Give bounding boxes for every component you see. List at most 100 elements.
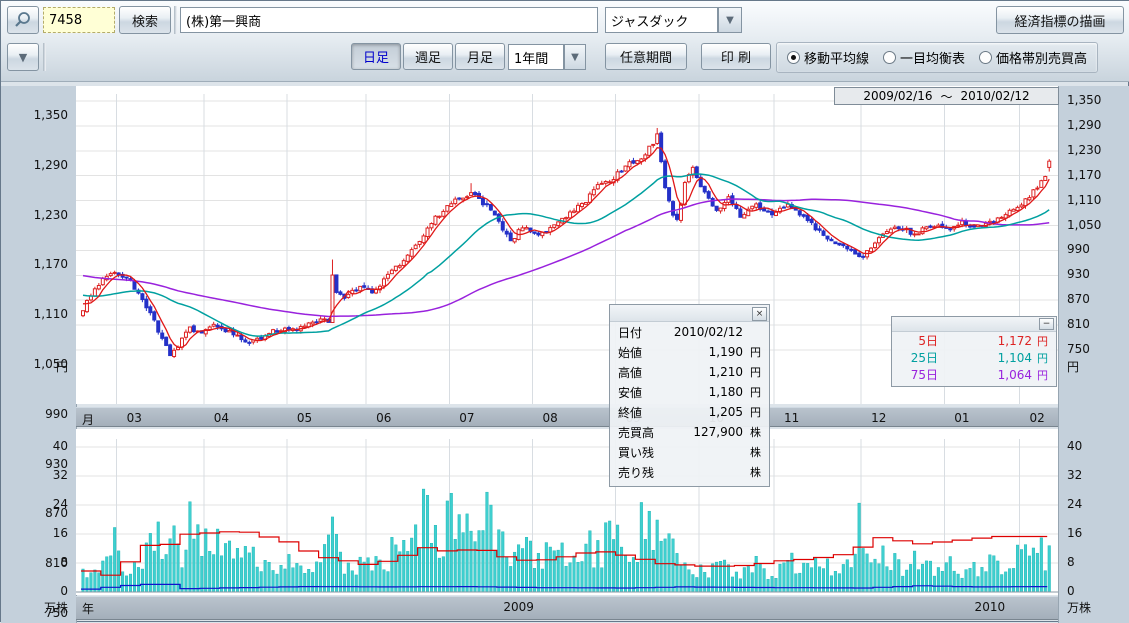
search-button[interactable]: 検索 (119, 6, 171, 34)
close-glyph: × (756, 309, 764, 319)
volume-tick-label: 0 (60, 584, 68, 598)
month-tick-label: 11 (784, 411, 799, 425)
month-axis-strip: 月030405060708091011120102 (76, 407, 1058, 427)
radio-volume-by-price[interactable]: 価格帯別売買高 (979, 48, 1087, 67)
price-tick-label: 1,290 (34, 158, 68, 172)
month-tick-label: 05 (297, 411, 312, 425)
tooltip-row-low: 安値 1,180 円 (610, 382, 769, 402)
legend-row-ma25: 25日 1,104 円 (892, 349, 1056, 366)
ma-legend-titlebar[interactable]: − (892, 317, 1056, 332)
tab-monthly[interactable]: 月足 (455, 43, 505, 70)
range-value: 1年間 (514, 48, 548, 67)
volume-tick-label: 40 (1067, 439, 1082, 453)
month-tick-label: 03 (127, 411, 142, 425)
ma-legend-panel: − 5日 1,172 円 25日 1,104 円 75日 1,064 円 (891, 316, 1057, 387)
company-name-value: (株)第一興商 (186, 11, 261, 30)
price-tick-label: 750 (1067, 342, 1090, 356)
search-icon-button[interactable] (7, 6, 39, 34)
radio-label: 価格帯別売買高 (996, 48, 1087, 67)
price-tick-label: 1,050 (1067, 218, 1101, 232)
tab-weekly[interactable]: 週足 (403, 43, 453, 70)
tooltip-row-close: 終値 1,205 円 (610, 402, 769, 422)
month-axis-unit: 月 (82, 411, 94, 428)
date-range-box: 2009/02/16 ～ 2010/02/12 (834, 87, 1059, 105)
exchange-value: ジャスダック (611, 11, 688, 30)
tab-daily[interactable]: 日足 (351, 43, 401, 70)
price-tick-label: 990 (1067, 242, 1090, 256)
month-tick-label: 08 (542, 411, 557, 425)
range-dropdown-button[interactable]: ▼ (564, 44, 586, 70)
company-name-input[interactable]: (株)第一興商 (180, 7, 598, 33)
month-tick-label: 04 (214, 411, 229, 425)
indicator-radio-group: 移動平均線 一目均衡表 価格帯別売買高 (776, 42, 1098, 73)
month-tick-label: 02 (1030, 411, 1045, 425)
radio-moving-average[interactable]: 移動平均線 (787, 48, 869, 67)
tooltip-row-margin-buy: 買い残 株 (610, 442, 769, 462)
minimize-icon[interactable]: − (1039, 318, 1054, 330)
year-tick-label: 2009 (503, 600, 534, 614)
price-tick-label: 1,230 (1067, 143, 1101, 157)
month-tick-label: 12 (871, 411, 886, 425)
year-axis-unit: 年 (82, 600, 94, 617)
economic-indicator-label: 経済指標の描画 (1014, 11, 1105, 30)
year-axis-strip: 年20092010 (76, 596, 1058, 620)
volume-tick-label: 0 (1067, 584, 1075, 598)
toolbar-divider (174, 6, 177, 34)
legend-row-ma75: 75日 1,064 円 (892, 366, 1056, 383)
chart-menu-button[interactable]: ▼ (7, 43, 39, 71)
volume-tick-label: 24 (53, 497, 68, 511)
month-tick-label: 07 (459, 411, 474, 425)
toolbar: 7458 検索 (株)第一興商 ジャスダック ▼ 経済指標の描画 ▼ 日足 週足… (1, 1, 1129, 82)
custom-period-label: 任意期間 (620, 47, 672, 66)
price-tick-label: 870 (1067, 292, 1090, 306)
volume-unit-label: 万株 (44, 599, 68, 616)
price-tick-label: 1,110 (34, 307, 68, 321)
tab-daily-label: 日足 (363, 47, 389, 66)
ohlc-panel-titlebar[interactable]: × (610, 305, 769, 322)
price-tick-label: 1,290 (1067, 118, 1101, 132)
custom-period-button[interactable]: 任意期間 (605, 43, 687, 70)
volume-tick-label: 32 (1067, 468, 1082, 482)
radio-label: 移動平均線 (804, 48, 869, 67)
right-axis-strip: 1,3501,2901,2301,1701,1101,0509909308708… (1058, 86, 1129, 623)
price-unit-label: 円 (56, 358, 68, 375)
tab-monthly-label: 月足 (467, 47, 493, 66)
date-from: 2009/02/16 (863, 89, 932, 103)
radio-icon (787, 51, 800, 64)
print-label: 印 刷 (721, 47, 751, 66)
price-tick-label: 810 (1067, 317, 1090, 331)
toolbar-divider (43, 43, 46, 71)
radio-label: 一目均衡表 (900, 48, 965, 67)
stock-code-value: 7458 (49, 13, 82, 28)
chevron-down-icon: ▼ (19, 51, 27, 64)
ohlc-info-panel: × 日付 2010/02/12 始値 1,190 円 高値 1,210 円 安値… (609, 304, 770, 487)
left-axis-strip: 1,3501,2901,2301,1701,1101,0509909308708… (1, 86, 77, 623)
minimize-glyph: − (1043, 319, 1051, 329)
tab-weekly-label: 週足 (415, 47, 441, 66)
volume-tick-label: 40 (53, 439, 68, 453)
legend-row-ma5: 5日 1,172 円 (892, 332, 1056, 349)
close-icon[interactable]: × (752, 307, 767, 321)
search-icon (14, 11, 32, 29)
tooltip-row-volume: 売買高 127,900 株 (610, 422, 769, 442)
exchange-select[interactable]: ジャスダック (605, 7, 718, 33)
price-tick-label: 1,110 (1067, 193, 1101, 207)
volume-unit-label: 万株 (1067, 599, 1091, 616)
stock-code-input[interactable]: 7458 (43, 7, 115, 33)
price-tick-label: 1,170 (34, 257, 68, 271)
tooltip-row-margin-sell: 売り残 株 (610, 462, 769, 482)
price-tick-label: 990 (45, 407, 68, 421)
radio-ichimoku[interactable]: 一目均衡表 (883, 48, 965, 67)
print-button[interactable]: 印 刷 (701, 43, 771, 70)
radio-icon (883, 51, 896, 64)
tooltip-row-open: 始値 1,190 円 (610, 342, 769, 362)
chevron-down-icon: ▼ (726, 15, 734, 26)
volume-bar-chart[interactable] (76, 429, 1058, 595)
exchange-dropdown-button[interactable]: ▼ (718, 7, 742, 33)
month-tick-label: 01 (954, 411, 969, 425)
range-select[interactable]: 1年間 (508, 44, 564, 70)
economic-indicator-button[interactable]: 経済指標の描画 (996, 6, 1124, 34)
price-tick-label: 1,350 (1067, 93, 1101, 107)
volume-tick-label: 8 (60, 555, 68, 569)
date-to: 2010/02/12 (961, 89, 1030, 103)
